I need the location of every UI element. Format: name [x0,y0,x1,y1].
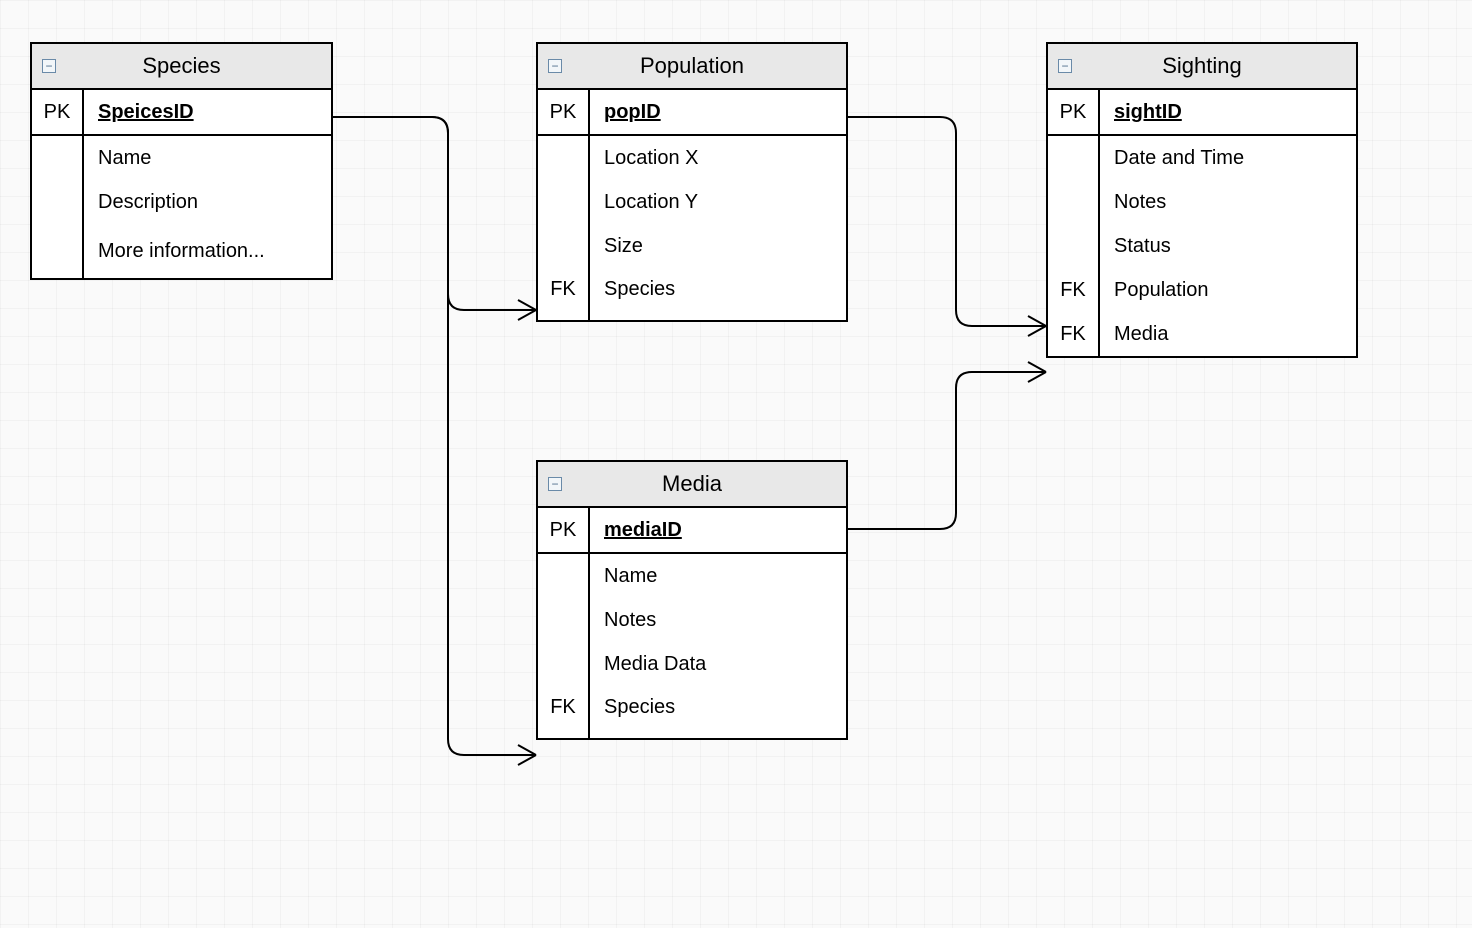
collapse-icon[interactable]: − [548,59,562,73]
pk-label: PK [32,90,84,134]
media-pk-row: PK mediaID [538,508,846,554]
attr-field: Species [604,278,675,301]
attr-field: Name [604,565,657,588]
population-attr-row: Location X [538,136,846,180]
attr-field: Name [98,147,151,170]
entity-sighting-header[interactable]: − Sighting [1048,44,1356,90]
pk-label: PK [1048,90,1100,134]
media-pk-field: mediaID [604,519,682,542]
species-attr-row: Name [32,136,331,180]
attr-field: Size [604,235,643,258]
species-pk-row: PK SpeicesID [32,90,331,136]
sighting-attr-row: Date and Time [1048,136,1356,180]
species-pk-field: SpeicesID [98,101,194,124]
collapse-icon[interactable]: − [42,59,56,73]
attr-key: FK [538,686,590,738]
entity-species-header[interactable]: − Species [32,44,331,90]
attr-field: Species [604,696,675,719]
entity-species-title: Species [64,53,321,79]
attr-field: Date and Time [1114,147,1244,170]
sighting-attr-row: Status [1048,224,1356,268]
species-attr-row: Description [32,180,331,224]
attr-field: Notes [1114,191,1166,214]
species-attr-row: More information... [32,224,331,278]
population-attr-row: Location Y [538,180,846,224]
media-attr-row: Notes [538,598,846,642]
attr-key [1048,180,1100,224]
media-attr-row: FK Species [538,686,846,738]
collapse-icon[interactable]: − [548,477,562,491]
entity-sighting[interactable]: − Sighting PK sightID Date and Time Note… [1046,42,1358,358]
entity-media-title: Media [570,471,836,497]
attr-field: Notes [604,609,656,632]
attr-field: Location X [604,147,699,170]
attr-field: More information... [98,240,265,263]
entity-media[interactable]: − Media PK mediaID Name Notes Media Data… [536,460,848,740]
pk-label: PK [538,90,590,134]
entity-population-header[interactable]: − Population [538,44,846,90]
entity-species[interactable]: − Species PK SpeicesID Name Description … [30,42,333,280]
attr-key: FK [538,268,590,320]
attr-field: Status [1114,235,1171,258]
pk-label: PK [538,508,590,552]
sighting-attr-row: FK Media [1048,312,1356,356]
entity-media-header[interactable]: − Media [538,462,846,508]
attr-field: Population [1114,279,1209,302]
attr-key [538,180,590,224]
attr-key [1048,224,1100,268]
entity-population[interactable]: − Population PK popID Location X Locatio… [536,42,848,322]
population-pk-field: popID [604,101,661,124]
attr-key [538,642,590,686]
entity-sighting-title: Sighting [1080,53,1346,79]
media-attr-row: Name [538,554,846,598]
attr-key [538,554,590,598]
attr-key: FK [1048,312,1100,356]
collapse-icon[interactable]: − [1058,59,1072,73]
entity-population-title: Population [570,53,836,79]
attr-key [538,598,590,642]
attr-key [32,136,84,180]
attr-field: Media Data [604,653,706,676]
attr-key [538,136,590,180]
sighting-pk-field: sightID [1114,101,1182,124]
attr-key [538,224,590,268]
population-attr-row: Size [538,224,846,268]
sighting-attr-row: Notes [1048,180,1356,224]
attr-field: Media [1114,323,1168,346]
sighting-attr-row: FK Population [1048,268,1356,312]
media-attr-row: Media Data [538,642,846,686]
attr-key [32,180,84,224]
attr-key: FK [1048,268,1100,312]
attr-key [1048,136,1100,180]
population-attr-row: FK Species [538,268,846,320]
attr-key [32,224,84,278]
sighting-pk-row: PK sightID [1048,90,1356,136]
attr-field: Description [98,191,198,214]
population-pk-row: PK popID [538,90,846,136]
attr-field: Location Y [604,191,698,214]
